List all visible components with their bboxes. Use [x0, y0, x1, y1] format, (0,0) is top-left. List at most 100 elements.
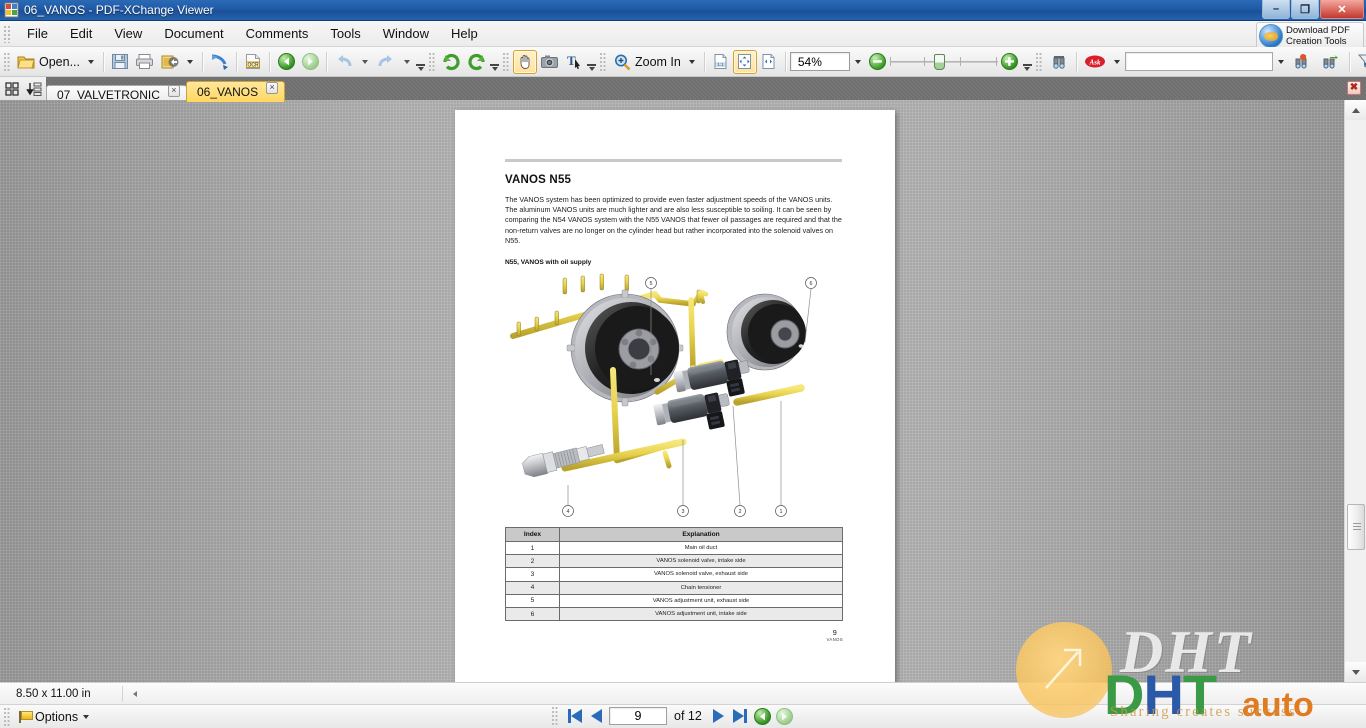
table-row: 1 Main oil duct [505, 541, 843, 556]
undo-button[interactable] [331, 50, 357, 74]
options-button[interactable]: Options [14, 709, 99, 725]
search-forward-button[interactable] [1317, 50, 1345, 74]
toolbar-gripper-1[interactable] [3, 51, 11, 72]
toolbar-gripper-2[interactable] [428, 51, 436, 72]
page-number-input[interactable]: 9 [609, 707, 667, 725]
redo-dropdown-caret-icon[interactable] [404, 59, 410, 64]
scroll-up-button[interactable] [1345, 100, 1366, 120]
search-button[interactable] [1046, 50, 1072, 74]
tab-close-button[interactable]: × [167, 85, 180, 97]
toolbar-overflow-4-icon[interactable] [1022, 61, 1032, 75]
bottom-toolbar-gripper[interactable] [3, 706, 11, 727]
toolbar-separator-9 [1348, 51, 1350, 72]
open-dropdown-caret-icon[interactable] [88, 59, 94, 64]
close-all-tabs-button[interactable]: ✖ [1347, 81, 1361, 95]
forward-button[interactable] [298, 50, 322, 74]
cell-explanation: VANOS solenoid valve, intake side [559, 554, 843, 569]
search-input[interactable] [1124, 52, 1273, 71]
green-back-arrow-icon [277, 53, 295, 70]
print-button[interactable] [132, 50, 157, 74]
minimize-button[interactable]: – [1262, 0, 1290, 19]
redo-arrow-icon [378, 55, 392, 67]
menu-drag-gripper[interactable] [3, 24, 12, 43]
toolbar-gripper-3[interactable] [502, 51, 510, 72]
cell-index: 6 [505, 606, 560, 622]
menu-document[interactable]: Document [153, 23, 234, 44]
table-body: 1 Main oil duct 2 VANOS solenoid valve, … [505, 541, 843, 622]
zoom-slider-thumb[interactable] [933, 53, 945, 70]
scroll-down-button[interactable] [1345, 662, 1366, 682]
zoom-level-input[interactable]: 54% [789, 52, 850, 71]
save-button[interactable] [108, 50, 132, 74]
ocr-button[interactable]: OCR [241, 50, 265, 74]
go-back-button[interactable] [753, 707, 772, 726]
toolbar-gripper-4[interactable] [599, 51, 607, 72]
actual-size-button[interactable]: 1:1 [709, 50, 733, 74]
export-button[interactable] [157, 50, 182, 74]
page-top-rule [505, 159, 842, 162]
zoom-in-tool-button[interactable]: Zoom In [610, 50, 684, 74]
vertical-scrollbar[interactable] [1344, 100, 1366, 682]
horizontal-scrollbar-track[interactable] [141, 686, 1366, 702]
previous-page-button[interactable] [587, 707, 606, 726]
export-dropdown-caret-icon[interactable] [187, 59, 193, 64]
rotate-cw-icon [468, 53, 485, 70]
tab-06-vanos[interactable]: 06_VANOS × [185, 81, 286, 102]
toolbar-overflow-1-icon[interactable] [416, 61, 425, 75]
rotate-left-button[interactable] [439, 50, 464, 74]
scroll-left-button[interactable] [129, 687, 141, 701]
zoom-out-button[interactable] [866, 50, 890, 74]
ask-dropdown-caret-icon[interactable] [1113, 59, 1120, 64]
last-page-button[interactable] [731, 707, 750, 726]
snapshot-tool-button[interactable] [537, 50, 562, 74]
menu-file[interactable]: File [16, 23, 59, 44]
toolbar-separator-4 [269, 51, 270, 72]
zoom-level-dropdown-caret-icon[interactable] [854, 59, 861, 64]
maximize-button[interactable]: ❐ [1291, 0, 1319, 19]
search-history-caret-icon[interactable] [1277, 59, 1284, 64]
download-pdf-creation-tools-button[interactable]: Download PDF Creation Tools [1256, 22, 1364, 50]
zoom-tool-dropdown-caret-icon[interactable] [688, 59, 695, 64]
rotate-right-button[interactable] [464, 50, 489, 74]
sort-down-icon[interactable] [26, 82, 42, 96]
go-forward-button[interactable] [775, 707, 794, 726]
search-web-button[interactable] [1289, 50, 1317, 74]
zoom-slider[interactable] [889, 52, 998, 72]
menu-view[interactable]: View [103, 23, 153, 44]
tab-close-button[interactable]: × [266, 82, 279, 94]
options-dropdown-caret-icon[interactable] [83, 714, 90, 719]
zoom-in-button[interactable] [998, 50, 1022, 74]
toolbar-overflow-2-icon[interactable] [490, 61, 499, 75]
ask-search-button[interactable]: Ask [1081, 50, 1109, 74]
grid-icon[interactable] [5, 81, 20, 96]
email-button[interactable] [207, 50, 232, 74]
filter-button[interactable] [1354, 50, 1366, 74]
table-header-row: Index Explanation [505, 527, 843, 543]
menu-tools[interactable]: Tools [319, 23, 371, 44]
fit-width-button[interactable] [757, 50, 781, 74]
menu-help[interactable]: Help [440, 23, 489, 44]
document-viewport[interactable]: VANOS N55 The VANOS system has been opti… [0, 100, 1344, 682]
toolbar-gripper-5[interactable] [1034, 51, 1043, 72]
fit-page-button[interactable] [732, 49, 757, 74]
toolbar-overflow-3-icon[interactable] [587, 61, 596, 75]
menu-edit[interactable]: Edit [59, 23, 103, 44]
menu-comments[interactable]: Comments [235, 23, 320, 44]
select-text-tool-button[interactable]: T [562, 50, 586, 74]
close-button[interactable]: ✕ [1320, 0, 1364, 19]
cell-explanation: VANOS solenoid valve, exhaust side [559, 567, 843, 582]
redo-button[interactable] [373, 50, 399, 74]
previous-page-arrow-icon [591, 709, 602, 723]
menu-window[interactable]: Window [372, 23, 440, 44]
open-file-button[interactable]: Open... [14, 50, 83, 74]
back-button[interactable] [274, 50, 298, 74]
nav-gripper[interactable] [551, 706, 559, 726]
first-page-button[interactable] [565, 707, 584, 726]
cell-index: 1 [505, 541, 560, 556]
fit-page-icon [738, 54, 752, 69]
vanos-exploded-diagram: 5 6 1 2 3 4 [505, 270, 843, 517]
vertical-scrollbar-thumb[interactable] [1347, 504, 1365, 550]
undo-dropdown-caret-icon[interactable] [362, 59, 368, 64]
hand-tool-button[interactable] [513, 49, 537, 74]
next-page-button[interactable] [709, 707, 728, 726]
